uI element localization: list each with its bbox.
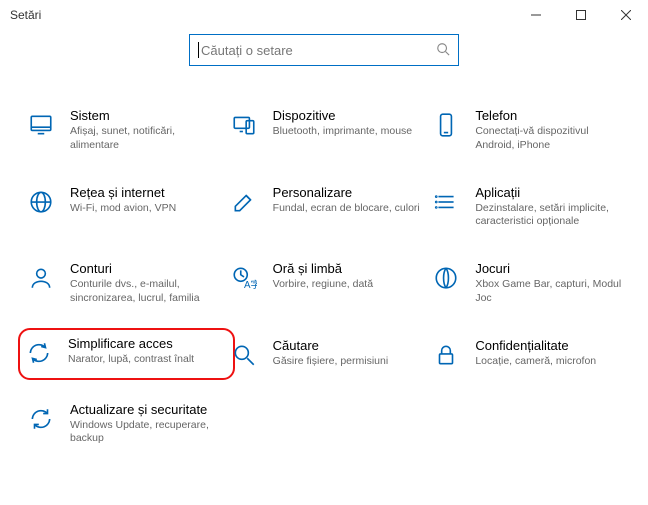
brush-icon: [229, 187, 259, 217]
tile-subtitle: Wi-Fi, mod avion, VPN: [70, 202, 176, 216]
lock-icon: [431, 340, 461, 370]
tile-title: Simplificare acces: [68, 336, 194, 352]
tile-phone[interactable]: Telefon Conectați-vă dispozitivul Androi…: [429, 104, 632, 157]
tile-title: Personalizare: [273, 185, 420, 201]
tile-subtitle: Xbox Game Bar, capturi, Modul Joc: [475, 278, 625, 305]
close-icon: [621, 10, 631, 20]
tile-gaming[interactable]: Jocuri Xbox Game Bar, capturi, Modul Joc: [429, 257, 632, 310]
search-icon: [436, 42, 450, 59]
tile-title: Aplicații: [475, 185, 625, 201]
tile-title: Telefon: [475, 108, 625, 124]
globe-icon: [26, 187, 56, 217]
tile-subtitle: Narator, lupă, contrast înalt: [68, 353, 194, 367]
tile-subtitle: Găsire fișiere, permisiuni: [273, 355, 389, 369]
tile-subtitle: Fundal, ecran de blocare, culori: [273, 202, 420, 216]
update-icon: [26, 404, 56, 434]
tile-time-language[interactable]: A字 Oră și limbă Vorbire, regiune, dată: [227, 257, 430, 310]
tile-network[interactable]: Rețea și internet Wi-Fi, mod avion, VPN: [24, 181, 227, 234]
settings-grid: Sistem Afișaj, sunet, notificări, alimen…: [0, 76, 648, 450]
titlebar: Setări: [0, 0, 648, 30]
tile-privacy[interactable]: Confidențialitate Locație, cameră, micro…: [429, 334, 632, 374]
search-input[interactable]: Căutați o setare: [189, 34, 459, 66]
tile-subtitle: Afișaj, sunet, notificări, alimentare: [70, 125, 220, 152]
tile-subtitle: Conectați-vă dispozitivul Android, iPhon…: [475, 125, 625, 152]
close-button[interactable]: [603, 0, 648, 30]
tile-title: Conturi: [70, 261, 220, 277]
tile-subtitle: Locație, cameră, microfon: [475, 355, 596, 369]
tile-apps[interactable]: Aplicații Dezinstalare, setări implicite…: [429, 181, 632, 234]
tile-title: Dispozitive: [273, 108, 412, 124]
magnifier-icon: [229, 340, 259, 370]
tile-subtitle: Conturile dvs., e-mailul, sincronizarea,…: [70, 278, 220, 305]
tile-title: Actualizare și securitate: [70, 402, 220, 418]
ease-of-access-icon: [24, 338, 54, 368]
tile-personalization[interactable]: Personalizare Fundal, ecran de blocare, …: [227, 181, 430, 234]
tile-subtitle: Vorbire, regiune, dată: [273, 278, 373, 292]
tile-subtitle: Bluetooth, imprimante, mouse: [273, 125, 412, 139]
apps-icon: [431, 187, 461, 217]
tile-ease-of-access[interactable]: Simplificare acces Narator, lupă, contra…: [18, 328, 235, 380]
window-title: Setări: [0, 8, 41, 22]
search-area: Căutați o setare: [0, 30, 648, 76]
svg-text:A字: A字: [244, 278, 257, 291]
time-language-icon: A字: [229, 263, 259, 293]
tile-title: Căutare: [273, 338, 389, 354]
search-placeholder: Căutați o setare: [201, 43, 436, 58]
gaming-icon: [431, 263, 461, 293]
tile-title: Sistem: [70, 108, 220, 124]
tile-update-security[interactable]: Actualizare și securitate Windows Update…: [24, 398, 227, 451]
maximize-icon: [576, 10, 586, 20]
phone-icon: [431, 110, 461, 140]
system-icon: [26, 110, 56, 140]
person-icon: [26, 263, 56, 293]
maximize-button[interactable]: [558, 0, 603, 30]
minimize-icon: [531, 10, 541, 20]
text-cursor: [198, 42, 199, 58]
tile-system[interactable]: Sistem Afișaj, sunet, notificări, alimen…: [24, 104, 227, 157]
tile-title: Oră și limbă: [273, 261, 373, 277]
tile-accounts[interactable]: Conturi Conturile dvs., e-mailul, sincro…: [24, 257, 227, 310]
devices-icon: [229, 110, 259, 140]
tile-title: Confidențialitate: [475, 338, 596, 354]
tile-title: Jocuri: [475, 261, 625, 277]
minimize-button[interactable]: [513, 0, 558, 30]
tile-subtitle: Windows Update, recuperare, backup: [70, 419, 220, 446]
tile-title: Rețea și internet: [70, 185, 176, 201]
tile-subtitle: Dezinstalare, setări implicite, caracter…: [475, 202, 625, 229]
tile-devices[interactable]: Dispozitive Bluetooth, imprimante, mouse: [227, 104, 430, 157]
tile-search[interactable]: Căutare Găsire fișiere, permisiuni: [227, 334, 430, 374]
